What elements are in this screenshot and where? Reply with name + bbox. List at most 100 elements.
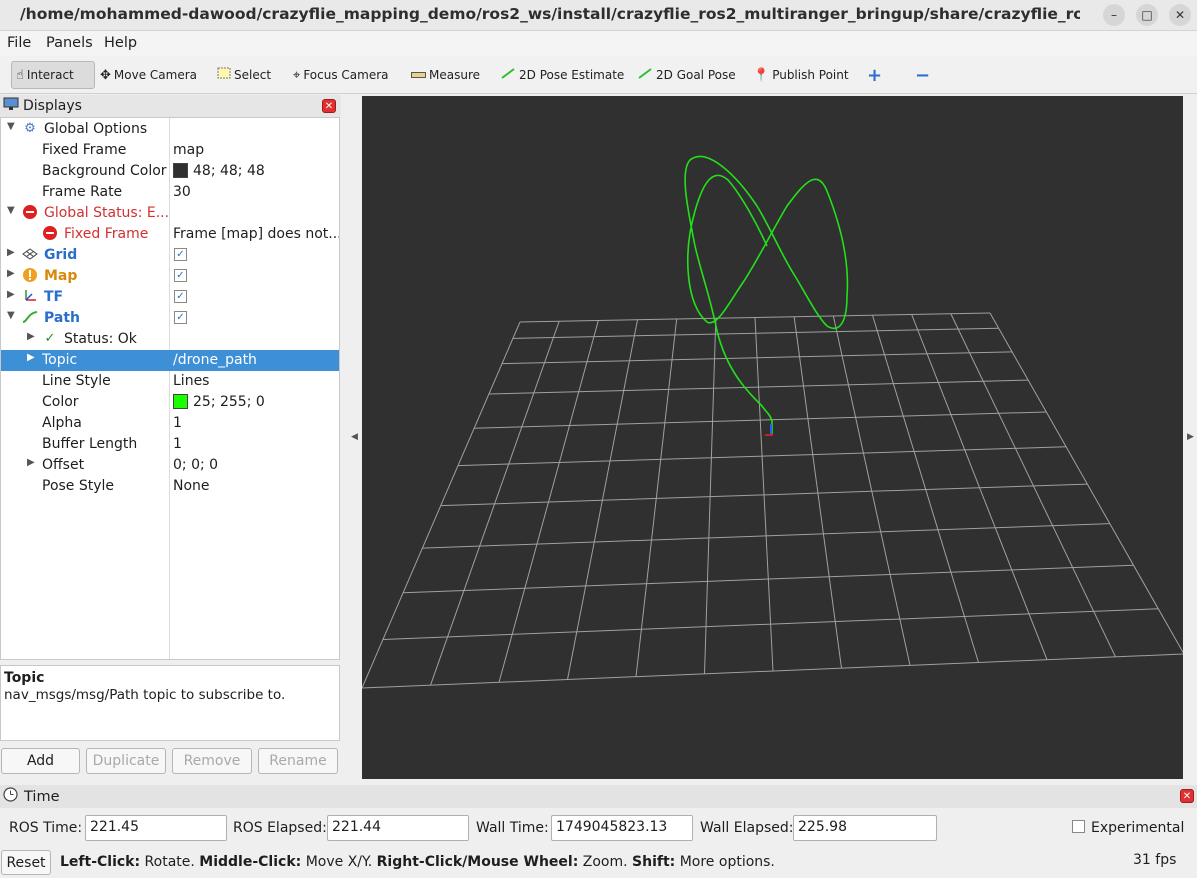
ground-grid (361, 312, 1185, 689)
collapse-arrow-icon[interactable]: ▶ (7, 289, 15, 300)
grid-enabled-checkbox[interactable]: ✓ (174, 248, 187, 261)
map-pin-icon: 📍 (753, 67, 770, 83)
tree-row-frame-rate[interactable]: Frame Rate 30 (1, 182, 339, 203)
goal-pose-tool-button[interactable]: 2D Goal Pose (638, 61, 736, 89)
menu-file[interactable]: File (7, 35, 31, 51)
tree-row-pose-style[interactable]: Pose Style None (1, 476, 339, 497)
add-tool-plus-icon[interactable]: + (867, 61, 882, 89)
toolbar: ☝ Interact ✥ Move Camera Select ⌖ Focus … (0, 56, 1197, 94)
tree-row-path[interactable]: ▼ Path ✓ (1, 308, 339, 329)
select-tool-button[interactable]: Select (217, 61, 271, 89)
path-enabled-checkbox[interactable]: ✓ (174, 311, 187, 324)
move-camera-tool-button[interactable]: ✥ Move Camera (100, 61, 197, 89)
tree-row-offset[interactable]: ▶ Offset 0; 0; 0 (1, 455, 339, 476)
expand-arrow-icon[interactable]: ▼ (7, 310, 15, 321)
tree-row-color[interactable]: Color 25; 255; 0 (1, 392, 339, 413)
focus-camera-label: Focus Camera (303, 68, 389, 82)
render-viewport[interactable] (361, 96, 1185, 779)
remove-tool-minus-icon[interactable]: − (915, 61, 930, 89)
menu-panels[interactable]: Panels (46, 35, 93, 51)
displays-tree: ▼ ⚙ Global Options Fixed Frame map Backg… (0, 117, 340, 660)
collapse-arrow-icon[interactable]: ▶ (27, 352, 35, 363)
tree-row-global-options[interactable]: ▼ ⚙ Global Options (1, 119, 339, 140)
menu-bar: File Panels Help (0, 31, 1197, 56)
tree-row-path-status[interactable]: ▶ ✓ Status: Ok (1, 329, 339, 350)
displays-close-icon[interactable]: ✕ (322, 99, 336, 113)
crosshair-icon: ⌖ (293, 67, 301, 83)
duplicate-button[interactable]: Duplicate (86, 748, 166, 774)
collapse-left-arrow-icon[interactable]: ◀ (351, 432, 358, 442)
tree-row-alpha[interactable]: Alpha 1 (1, 413, 339, 434)
tree-row-tf[interactable]: ▶ TF ✓ (1, 287, 339, 308)
grid-line (989, 312, 1185, 655)
tree-row-global-status[interactable]: ▼ Global Status: E... (1, 203, 339, 224)
goal-pose-label: 2D Goal Pose (656, 68, 736, 82)
ruler-icon (411, 68, 426, 83)
grid-line (872, 315, 979, 663)
wall-time-label: Wall Time: (476, 820, 549, 836)
collapse-right-arrow-icon[interactable]: ▶ (1187, 432, 1194, 442)
hand-pointer-icon: ☝ (16, 67, 24, 83)
property-description: Topic nav_msgs/msg/Path topic to subscri… (0, 665, 340, 741)
gear-icon: ⚙ (24, 120, 36, 136)
expand-arrow-icon[interactable]: ▼ (7, 205, 15, 216)
collapse-arrow-icon[interactable]: ▶ (7, 268, 15, 279)
wall-elapsed-label: Wall Elapsed: (700, 820, 794, 836)
grid-line (498, 320, 599, 683)
tree-row-fixed-frame-error[interactable]: Fixed Frame Frame [map] does not... (1, 224, 339, 245)
wall-elapsed-field[interactable]: 225.98 (793, 815, 937, 841)
measure-tool-button[interactable]: Measure (411, 61, 480, 89)
pose-estimate-tool-button[interactable]: 2D Pose Estimate (501, 61, 624, 89)
color-swatch (173, 394, 188, 409)
maximize-button[interactable]: □ (1136, 4, 1158, 26)
scene-svg (361, 155, 1185, 689)
status-bar: Reset Left-Click: Rotate. Middle-Click: … (0, 848, 1197, 878)
time-panel-close-icon[interactable]: ✕ (1180, 789, 1194, 803)
collapse-arrow-icon[interactable]: ▶ (27, 457, 35, 468)
collapse-arrow-icon[interactable]: ▶ (7, 247, 15, 258)
tree-row-line-style[interactable]: Line Style Lines (1, 371, 339, 392)
select-box-icon (217, 67, 231, 83)
menu-help[interactable]: Help (104, 35, 137, 51)
grid-line (361, 321, 521, 689)
minimize-button[interactable]: – (1103, 4, 1125, 26)
reset-button[interactable]: Reset (1, 850, 51, 875)
clock-icon (3, 787, 18, 806)
tree-row-fixed-frame[interactable]: Fixed Frame map (1, 140, 339, 161)
tree-row-topic[interactable]: ▶ Topic /drone_path (1, 350, 339, 371)
remove-button[interactable]: Remove (172, 748, 252, 774)
time-fields: ROS Time: 221.45 ROS Elapsed: 221.44 Wal… (0, 808, 1197, 848)
close-window-button[interactable]: ✕ (1169, 4, 1191, 26)
collapse-arrow-icon[interactable]: ▶ (27, 331, 35, 342)
focus-camera-tool-button[interactable]: ⌖ Focus Camera (293, 61, 389, 89)
mouse-help-text: Left-Click: Rotate. Middle-Click: Move X… (60, 854, 775, 870)
fps-counter: 31 fps (1133, 852, 1177, 868)
rename-button[interactable]: Rename (258, 748, 338, 774)
tree-row-grid[interactable]: ▶ Grid ✓ (1, 245, 339, 266)
interact-tool-button[interactable]: ☝ Interact (11, 61, 95, 89)
ros-elapsed-field[interactable]: 221.44 (327, 815, 469, 841)
publish-point-tool-button[interactable]: 📍 Publish Point (753, 61, 849, 89)
select-label: Select (234, 68, 272, 82)
monitor-icon (3, 97, 19, 115)
wall-time-field[interactable]: 1749045823.13 (551, 815, 693, 841)
description-text: nav_msgs/msg/Path topic to subscribe to. (4, 687, 286, 703)
map-enabled-checkbox[interactable]: ✓ (174, 269, 187, 282)
tree-row-background-color[interactable]: Background Color 48; 48; 48 (1, 161, 339, 182)
axes-icon (22, 288, 38, 304)
tree-row-buffer-length[interactable]: Buffer Length 1 (1, 434, 339, 455)
ros-time-field[interactable]: 221.45 (85, 815, 227, 841)
experimental-label: Experimental (1091, 820, 1185, 836)
description-title: Topic (4, 670, 45, 686)
green-arrow-icon (638, 67, 653, 83)
checkmark-icon: ✓ (44, 330, 56, 346)
tree-row-map[interactable]: ▶ Map ✓ (1, 266, 339, 287)
grid-icon (22, 246, 38, 262)
move-camera-label: Move Camera (113, 68, 197, 82)
time-panel-header: Time ✕ (0, 785, 1197, 808)
experimental-checkbox[interactable] (1072, 820, 1085, 833)
pose-estimate-label: 2D Pose Estimate (519, 68, 625, 82)
add-button[interactable]: Add (1, 748, 80, 774)
expand-arrow-icon[interactable]: ▼ (7, 121, 15, 132)
tf-enabled-checkbox[interactable]: ✓ (174, 290, 187, 303)
